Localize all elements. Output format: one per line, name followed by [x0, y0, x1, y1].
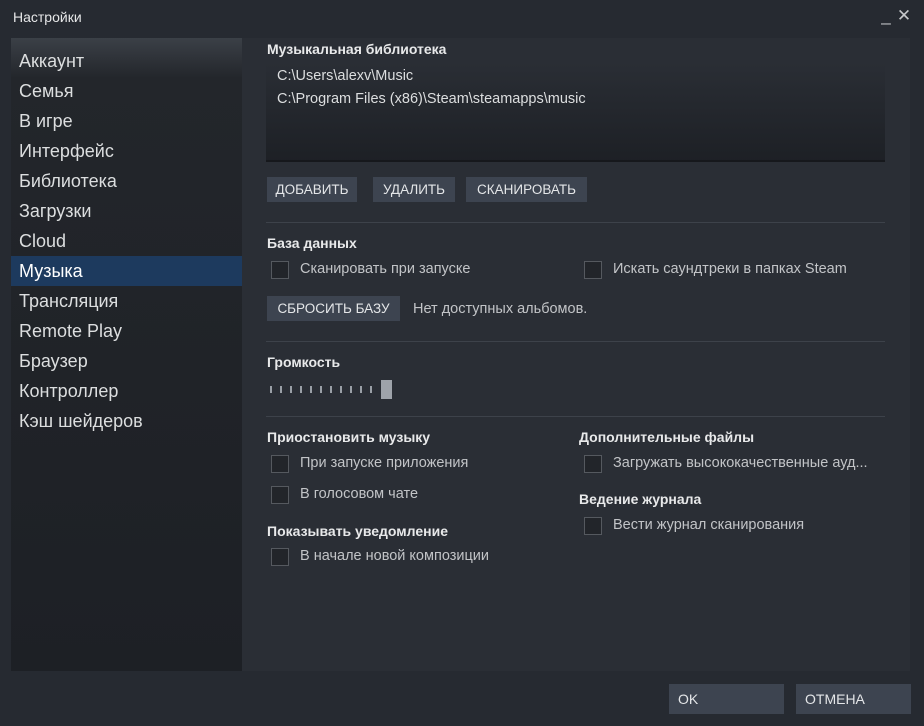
- sidebar-item-label: Библиотека: [19, 171, 117, 191]
- sidebar-item-label: Музыка: [19, 261, 83, 281]
- title-bar: Настройки _ ✕: [0, 0, 924, 32]
- sidebar-item-interface[interactable]: Интерфейс: [11, 136, 242, 166]
- database-heading: База данных: [267, 235, 357, 251]
- slider-tick: [270, 386, 272, 393]
- sidebar-item-remote-play[interactable]: Remote Play: [11, 316, 242, 346]
- sidebar-item-cloud[interactable]: Cloud: [11, 226, 242, 256]
- sidebar-item-shader-cache[interactable]: Кэш шейдеров: [11, 406, 242, 436]
- sidebar-item-label: Аккаунт: [19, 51, 85, 71]
- slider-tick: [290, 386, 292, 393]
- sidebar-item-in-game[interactable]: В игре: [11, 106, 242, 136]
- sidebar-item-family[interactable]: Семья: [11, 76, 242, 106]
- hq-audio-label: Загружать высококачественные ауд...: [613, 455, 868, 471]
- sidebar-item-label: Контроллер: [19, 381, 119, 401]
- slider-tick: [350, 386, 352, 393]
- sidebar-item-label: Интерфейс: [19, 141, 114, 161]
- music-library-heading: Музыкальная библиотека: [267, 41, 447, 57]
- window-title: Настройки: [13, 9, 82, 25]
- sidebar-item-account[interactable]: Аккаунт: [11, 46, 242, 76]
- sidebar-item-controller[interactable]: Контроллер: [11, 376, 242, 406]
- sidebar-item-downloads[interactable]: Загрузки: [11, 196, 242, 226]
- library-folder-path[interactable]: C:\Program Files (x86)\Steam\steamapps\m…: [277, 91, 586, 107]
- scan-on-start-checkbox[interactable]: [271, 261, 289, 279]
- search-soundtracks-label: Искать саундтреки в папках Steam: [613, 261, 847, 277]
- sidebar-item-music[interactable]: Музыка: [11, 256, 242, 286]
- slider-tick: [280, 386, 282, 393]
- pause-in-voice-chat-label: В голосовом чате: [300, 486, 419, 502]
- music-library-folder-list[interactable]: C:\Users\alexv\Music C:\Program Files (x…: [266, 62, 885, 162]
- extra-files-heading: Дополнительные файлы: [579, 429, 755, 445]
- slider-tick: [330, 386, 332, 393]
- scan-library-button[interactable]: СКАНИРОВАТЬ: [466, 177, 587, 202]
- volume-slider-thumb[interactable]: [381, 380, 392, 399]
- slider-tick: [340, 386, 342, 393]
- sidebar-item-library[interactable]: Библиотека: [11, 166, 242, 196]
- pause-on-app-launch-checkbox[interactable]: [271, 455, 289, 473]
- slider-tick: [360, 386, 362, 393]
- new-track-notification-checkbox[interactable]: [271, 548, 289, 566]
- sidebar-item-label: Кэш шейдеров: [19, 411, 143, 431]
- sidebar-item-browser[interactable]: Браузер: [11, 346, 242, 376]
- show-notification-heading: Показывать уведомление: [267, 523, 449, 539]
- slider-tick: [320, 386, 322, 393]
- slider-tick: [310, 386, 312, 393]
- hq-audio-checkbox[interactable]: [584, 455, 602, 473]
- section-divider: [266, 222, 885, 223]
- search-soundtracks-checkbox[interactable]: [584, 261, 602, 279]
- minimize-button[interactable]: _: [877, 6, 895, 26]
- pause-on-app-launch-label: При запуске приложения: [300, 455, 469, 471]
- volume-heading: Громкость: [267, 354, 341, 370]
- settings-sidebar: Аккаунт Семья В игре Интерфейс Библиотек…: [11, 38, 242, 671]
- new-track-notification-label: В начале новой композиции: [300, 548, 489, 564]
- close-icon[interactable]: ✕: [895, 6, 913, 26]
- sidebar-item-label: Браузер: [19, 351, 88, 371]
- slider-tick: [300, 386, 302, 393]
- cancel-button[interactable]: ОТМЕНА: [796, 684, 911, 714]
- add-folder-button[interactable]: ДОБАВИТЬ: [267, 177, 357, 202]
- sidebar-item-label: Remote Play: [19, 321, 123, 341]
- sidebar-item-label: Трансляция: [19, 291, 119, 311]
- sidebar-item-label: Семья: [19, 81, 74, 101]
- slider-tick: [370, 386, 372, 393]
- sidebar-item-broadcasting[interactable]: Трансляция: [11, 286, 242, 316]
- ok-button[interactable]: OK: [669, 684, 784, 714]
- logging-heading: Ведение журнала: [579, 491, 702, 507]
- pause-in-voice-chat-checkbox[interactable]: [271, 486, 289, 504]
- section-divider: [266, 416, 885, 417]
- remove-folder-button[interactable]: УДАЛИТЬ: [373, 177, 455, 202]
- sidebar-item-label: В игре: [19, 111, 73, 131]
- section-divider: [266, 341, 885, 342]
- scan-log-label: Вести журнал сканирования: [613, 517, 805, 533]
- database-status-text: Нет доступных альбомов.: [413, 301, 588, 317]
- sidebar-item-label: Загрузки: [19, 201, 92, 221]
- pause-music-heading: Приостановить музыку: [267, 429, 431, 445]
- scan-on-start-label: Сканировать при запуске: [300, 261, 471, 277]
- reset-database-button[interactable]: СБРОСИТЬ БАЗУ: [267, 296, 400, 321]
- sidebar-item-label: Cloud: [19, 231, 67, 251]
- scan-log-checkbox[interactable]: [584, 517, 602, 535]
- library-folder-path[interactable]: C:\Users\alexv\Music: [277, 68, 413, 84]
